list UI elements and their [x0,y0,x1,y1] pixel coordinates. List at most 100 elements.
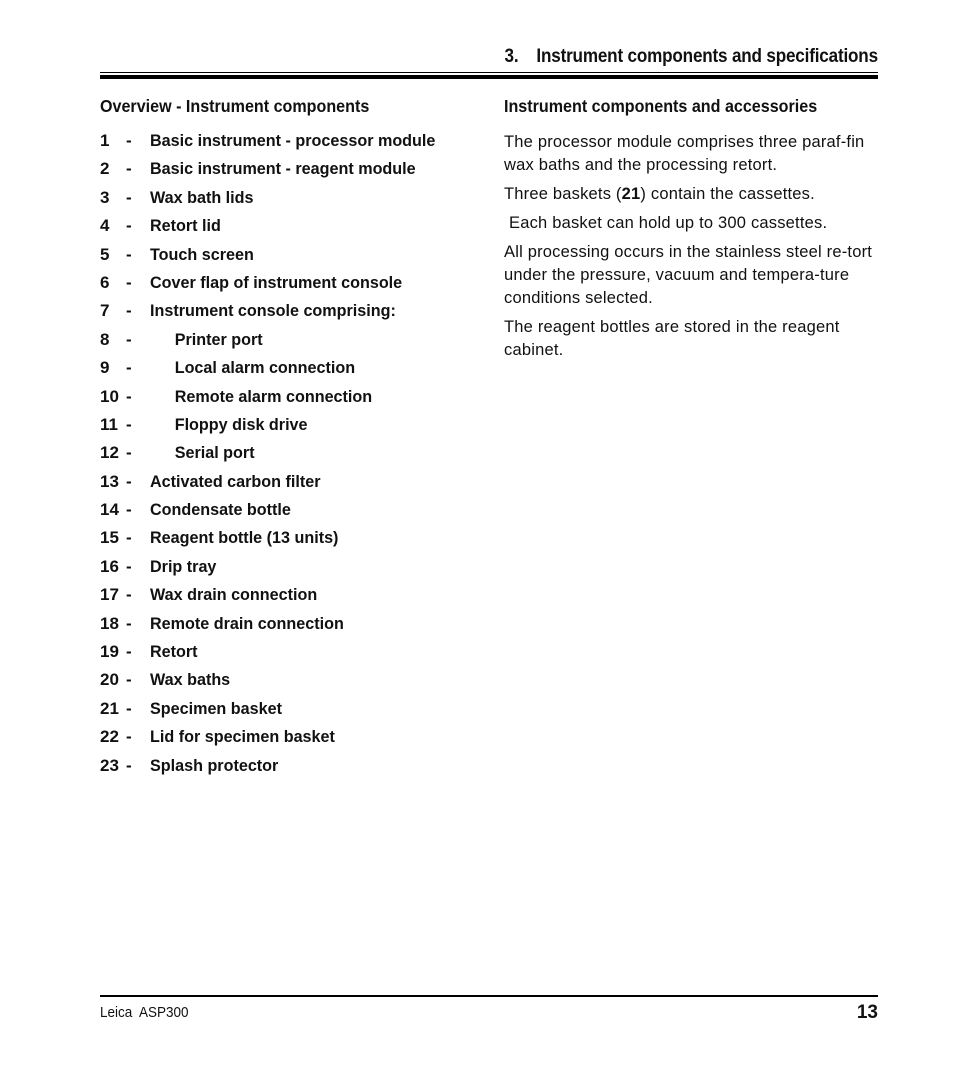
component-item: 6- Cover flap of instrument console [100,273,480,301]
item-number: 15 [100,528,119,548]
item-label: Activated carbon filter [150,471,321,491]
component-item: 22- Lid for specimen basket [100,727,480,755]
item-dash: - [126,244,132,264]
item-label: Drip tray [150,556,217,576]
item-dash: - [126,500,132,520]
item-label: Local alarm connection [174,358,356,378]
item-dash: - [126,216,132,236]
chapter-title: 3. Instrument components and specificatio… [504,46,879,68]
item-label: Cover flap of instrument console [150,272,403,292]
component-item: 3- Wax bath lids [100,188,480,216]
header-rule-thick [100,75,878,79]
item-number: 16 [100,556,119,576]
item-label: Serial port [174,443,255,463]
paragraph-processor-module: The processor module comprises three par… [504,133,865,174]
item-dash: - [126,159,132,179]
item-dash: - [126,528,132,548]
item-dash: - [126,642,132,662]
item-dash: - [126,131,132,150]
item-number: 8 [100,329,110,349]
item-label: Retort lid [150,216,221,236]
item-number: 12 [100,443,119,463]
component-item: 23- Splash protector [100,756,480,784]
item-label: Condensate bottle [150,500,291,520]
component-item: 5- Touch screen [100,245,480,273]
component-item: 10- Remote alarm connection [100,387,480,415]
item-dash: - [126,386,132,406]
item-label: Lid for specimen basket [150,727,335,747]
component-item: 8- Printer port [100,330,480,358]
item-dash: - [126,329,132,349]
item-number: 17 [100,585,119,605]
item-dash: - [126,670,132,690]
item-number: 4 [100,216,110,236]
component-item: 11- Floppy disk drive [100,415,480,443]
component-item: 13- Activated carbon filter [100,472,480,500]
paragraph-reagent-bottles: The reagent bottles are stored in the re… [504,318,840,359]
item-number: 18 [100,613,119,633]
reference-number: 21 [621,185,641,203]
item-number: 6 [100,272,110,292]
item-dash: - [126,187,132,207]
component-item: 16- Drip tray [100,557,480,585]
component-item: 15- Reagent bottle (13 units) [100,528,480,556]
component-item: 17- Wax drain connection [100,585,480,613]
chapter-number: 3. [504,46,519,67]
item-dash: - [126,556,132,576]
item-dash: - [126,272,132,292]
component-item: 1- Basic instrument - processor module [100,131,480,159]
component-item: 2- Basic instrument - reagent module [100,159,480,187]
item-number: 2 [100,159,110,179]
components-accessories: Instrument components and accessories Th… [504,96,882,368]
item-dash: - [126,358,132,378]
components-list: 1- Basic instrument - processor module 2- B… [100,131,480,784]
text: ) contain the cassettes. [640,185,815,203]
item-label: Floppy disk drive [174,414,308,434]
item-dash: - [126,471,132,491]
item-dash: - [126,414,132,434]
page-number: 13 [856,1002,878,1023]
component-item: 12- Serial port [100,443,480,471]
paragraph-baskets: Three baskets (21) contain the cassettes… [504,183,882,206]
item-number: 22 [100,727,119,747]
item-label: Wax baths [150,670,231,690]
item-label: Wax drain connection [150,585,318,605]
paragraph-retort: All processing occurs in the stainless s… [504,243,873,307]
item-label: Wax bath lids [150,187,254,207]
item-label: Basic instrument - reagent module [150,159,416,179]
item-number: 11 [100,414,118,434]
item-dash: - [126,613,132,633]
component-item: 4- Retort lid [100,216,480,244]
footer-product: Leica ASP300 [100,1004,189,1021]
item-number: 23 [100,755,119,775]
item-label: Remote drain connection [150,613,344,633]
item-number: 21 [100,698,119,718]
component-item: 19- Retort [100,642,480,670]
item-label: Reagent bottle (13 units) [150,528,339,548]
footer-rule [100,995,878,997]
component-item: 18- Remote drain connection [100,614,480,642]
components-overview: Overview - Instrument components 1- Basic… [100,96,480,784]
item-label: Splash protector [150,755,279,775]
accessories-heading: Instrument components and accessories [504,96,818,116]
item-number: 10 [100,386,119,406]
item-number: 5 [100,244,110,264]
item-number: 7 [100,301,110,321]
item-number: 3 [100,187,110,207]
item-number: 20 [100,670,119,690]
item-label: Retort [150,642,198,662]
component-item: 21- Specimen basket [100,699,480,727]
item-dash: - [126,301,132,321]
item-label: Printer port [174,329,263,349]
chapter-title-text: Instrument components and specifications [536,46,878,67]
item-number: 1 [100,131,110,150]
item-number: 14 [100,500,119,520]
item-number: 13 [100,471,119,491]
item-number: 19 [100,642,119,662]
item-dash: - [126,585,132,605]
component-item: 7- Instrument console comprising: [100,301,480,329]
overview-heading: Overview - Instrument components [100,96,370,116]
item-dash: - [126,755,132,775]
item-dash: - [126,727,132,747]
item-label: Remote alarm connection [174,386,373,406]
